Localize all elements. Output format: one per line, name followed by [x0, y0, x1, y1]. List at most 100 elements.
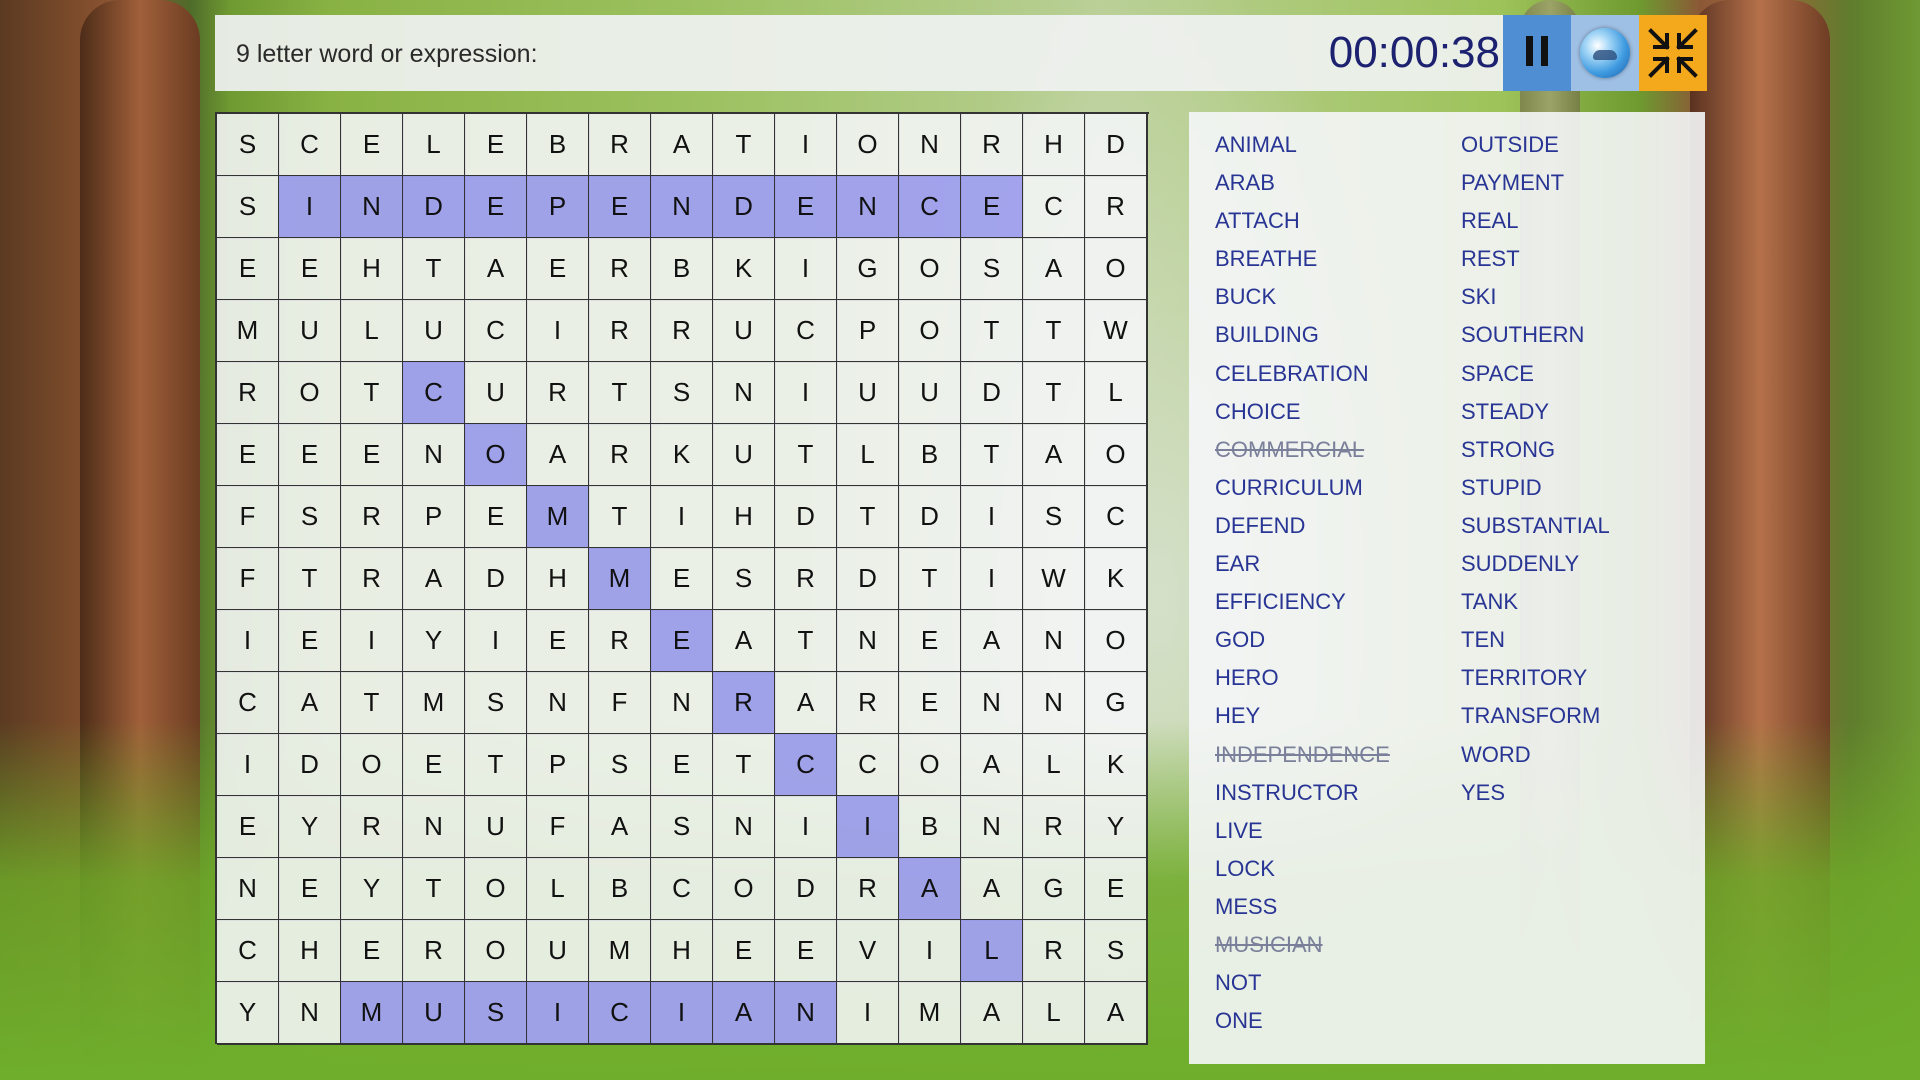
grid-cell[interactable]: D	[899, 486, 962, 549]
grid-cell[interactable]: E	[403, 734, 466, 797]
grid-cell[interactable]: A	[713, 610, 776, 673]
grid-cell[interactable]: I	[837, 796, 900, 859]
grid-cell[interactable]: N	[651, 176, 714, 239]
grid-cell[interactable]: A	[713, 982, 776, 1045]
grid-cell[interactable]: Y	[1085, 796, 1148, 859]
grid-cell[interactable]: T	[899, 548, 962, 611]
grid-cell[interactable]: D	[837, 548, 900, 611]
grid-cell[interactable]: R	[589, 238, 652, 301]
grid-cell[interactable]: N	[217, 858, 280, 921]
grid-cell[interactable]: E	[589, 176, 652, 239]
grid-cell[interactable]: E	[961, 176, 1024, 239]
grid-cell[interactable]: C	[403, 362, 466, 425]
grid-cell[interactable]: S	[217, 176, 280, 239]
grid-cell[interactable]: H	[713, 486, 776, 549]
grid-cell[interactable]: R	[341, 548, 404, 611]
grid-cell[interactable]: A	[651, 114, 714, 177]
grid-cell[interactable]: F	[217, 548, 280, 611]
grid-cell[interactable]: I	[775, 796, 838, 859]
grid-cell[interactable]: L	[1023, 982, 1086, 1045]
grid-cell[interactable]: A	[961, 610, 1024, 673]
grid-cell[interactable]: S	[465, 672, 528, 735]
grid-cell[interactable]: I	[961, 548, 1024, 611]
grid-cell[interactable]: R	[589, 424, 652, 487]
grid-cell[interactable]: R	[589, 300, 652, 363]
grid-cell[interactable]: I	[775, 238, 838, 301]
grid-cell[interactable]: N	[961, 796, 1024, 859]
grid-cell[interactable]: W	[1085, 300, 1148, 363]
grid-cell[interactable]: T	[341, 672, 404, 735]
grid-cell[interactable]: P	[527, 176, 590, 239]
grid-cell[interactable]: T	[589, 486, 652, 549]
grid-cell[interactable]: E	[341, 114, 404, 177]
grid-cell[interactable]: O	[1085, 610, 1148, 673]
grid-cell[interactable]: P	[527, 734, 590, 797]
grid-cell[interactable]: G	[1085, 672, 1148, 735]
grid-cell[interactable]: T	[341, 362, 404, 425]
grid-cell[interactable]: T	[775, 424, 838, 487]
grid-cell[interactable]: F	[527, 796, 590, 859]
grid-cell[interactable]: A	[1023, 238, 1086, 301]
grid-cell[interactable]: A	[465, 238, 528, 301]
grid-cell[interactable]: R	[1023, 796, 1086, 859]
grid-cell[interactable]: S	[651, 362, 714, 425]
grid-cell[interactable]: R	[961, 114, 1024, 177]
grid-cell[interactable]: E	[341, 424, 404, 487]
grid-cell[interactable]: I	[465, 610, 528, 673]
grid-cell[interactable]: R	[713, 672, 776, 735]
grid-cell[interactable]: O	[341, 734, 404, 797]
grid-cell[interactable]: U	[837, 362, 900, 425]
grid-cell[interactable]: N	[713, 362, 776, 425]
grid-cell[interactable]: C	[465, 300, 528, 363]
grid-cell[interactable]: L	[1085, 362, 1148, 425]
grid-cell[interactable]: T	[775, 610, 838, 673]
grid-cell[interactable]: N	[837, 610, 900, 673]
grid-cell[interactable]: C	[899, 176, 962, 239]
grid-cell[interactable]: Y	[217, 982, 280, 1045]
grid-cell[interactable]: U	[527, 920, 590, 983]
grid-cell[interactable]: N	[775, 982, 838, 1045]
grid-cell[interactable]: M	[341, 982, 404, 1045]
grid-cell[interactable]: O	[1085, 238, 1148, 301]
grid-cell[interactable]: E	[341, 920, 404, 983]
grid-cell[interactable]: C	[1023, 176, 1086, 239]
grid-cell[interactable]: N	[527, 672, 590, 735]
grid-cell[interactable]: N	[651, 672, 714, 735]
grid-cell[interactable]: E	[775, 920, 838, 983]
grid-cell[interactable]: A	[1085, 982, 1148, 1045]
grid-cell[interactable]: O	[279, 362, 342, 425]
grid-cell[interactable]: R	[341, 486, 404, 549]
grid-cell[interactable]: S	[465, 982, 528, 1045]
grid-cell[interactable]: E	[527, 610, 590, 673]
grid-cell[interactable]: N	[899, 114, 962, 177]
grid-cell[interactable]: N	[1023, 610, 1086, 673]
grid-cell[interactable]: A	[899, 858, 962, 921]
grid-cell[interactable]: G	[837, 238, 900, 301]
grid-cell[interactable]: C	[1085, 486, 1148, 549]
grid-cell[interactable]: B	[527, 114, 590, 177]
grid-cell[interactable]: T	[961, 424, 1024, 487]
grid-cell[interactable]: R	[341, 796, 404, 859]
grid-cell[interactable]: T	[589, 362, 652, 425]
grid-cell[interactable]: E	[217, 238, 280, 301]
grid-cell[interactable]: D	[775, 858, 838, 921]
grid-cell[interactable]: O	[465, 858, 528, 921]
hint-button[interactable]	[1571, 15, 1639, 91]
grid-cell[interactable]: E	[1085, 858, 1148, 921]
grid-cell[interactable]: A	[1023, 424, 1086, 487]
grid-cell[interactable]: I	[279, 176, 342, 239]
grid-cell[interactable]: A	[589, 796, 652, 859]
grid-cell[interactable]: N	[341, 176, 404, 239]
grid-cell[interactable]: T	[403, 238, 466, 301]
grid-cell[interactable]: S	[279, 486, 342, 549]
grid-cell[interactable]: I	[341, 610, 404, 673]
grid-cell[interactable]: H	[341, 238, 404, 301]
grid-cell[interactable]: C	[217, 920, 280, 983]
grid-cell[interactable]: G	[1023, 858, 1086, 921]
grid-cell[interactable]: R	[403, 920, 466, 983]
grid-cell[interactable]: E	[279, 424, 342, 487]
grid-cell[interactable]: E	[775, 176, 838, 239]
grid-cell[interactable]: R	[589, 114, 652, 177]
shrink-button[interactable]	[1639, 15, 1707, 91]
grid-cell[interactable]: E	[465, 486, 528, 549]
